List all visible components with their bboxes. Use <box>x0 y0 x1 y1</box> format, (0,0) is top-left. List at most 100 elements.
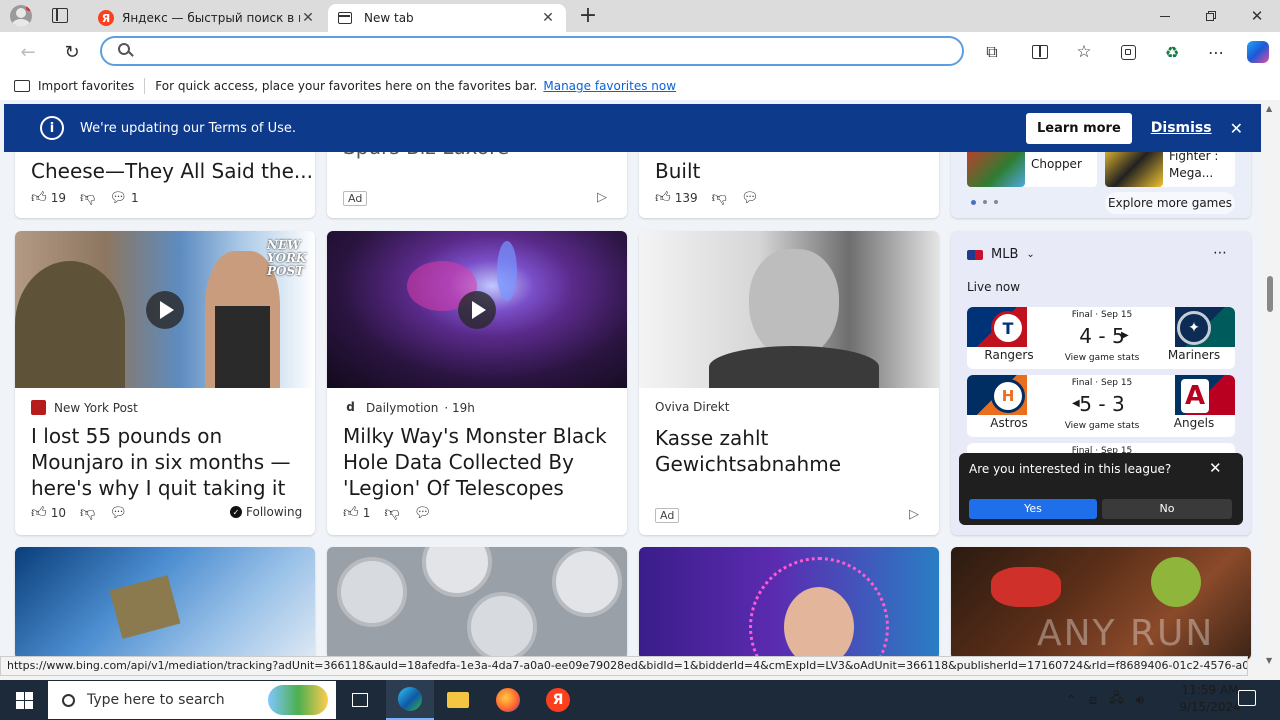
card-actions: 👍︎ 19 👎︎ 💬︎ 1 <box>31 188 139 207</box>
title-bar: Я Яндекс — быстрый поиск в инт ✕ New tab… <box>0 0 1280 32</box>
news-card-steak[interactable]: ANY RUN <box>951 547 1251 660</box>
play-icon[interactable] <box>146 291 184 329</box>
news-card-nypost[interactable]: NEW YORK POST New York Post I lost 55 po… <box>15 231 315 535</box>
ad-choices-icon[interactable]: ▷ <box>909 507 919 522</box>
import-favorites-icon <box>14 80 30 92</box>
refresh-icon[interactable]: ↻ <box>58 38 86 66</box>
import-favorites-button[interactable]: Import favorites <box>38 79 134 93</box>
split-screen-icon[interactable] <box>1026 38 1054 66</box>
close-popup-icon[interactable]: ✕ <box>1209 459 1222 477</box>
like-icon[interactable]: 👍︎ <box>31 503 47 522</box>
card-source: Oviva Direkt <box>655 400 729 414</box>
dislike-icon[interactable]: 👎︎ <box>712 188 727 207</box>
newtab-icon <box>338 12 352 24</box>
clock[interactable]: 11:59 AM 9/15/2024 <box>1176 682 1244 718</box>
chevron-down-icon: ⌄ <box>1026 249 1035 260</box>
like-icon[interactable]: 👍︎ <box>31 188 47 207</box>
chevron-up-icon[interactable]: ⌃ <box>1066 693 1077 708</box>
comment-icon[interactable]: 💬︎ <box>741 190 759 206</box>
play-icon[interactable] <box>458 291 496 329</box>
comment-icon[interactable]: 💬︎ <box>109 505 127 521</box>
game-row-astros-angels[interactable]: H A Astros Angels Final · Sep 15 ◀ 5 - 3… <box>967 375 1235 437</box>
firefox-icon[interactable] <box>484 680 532 720</box>
like-count: 10 <box>50 505 66 520</box>
tab-yandex[interactable]: Я Яндекс — быстрый поиск в инт ✕ <box>88 4 326 32</box>
address-bar[interactable] <box>100 36 964 66</box>
news-card-dailymotion[interactable]: d Dailymotion · 19h Milky Way's Monster … <box>327 231 627 535</box>
scrollbar-thumb[interactable] <box>1267 276 1273 312</box>
more-options-icon[interactable]: ⋯ <box>1213 245 1227 261</box>
tab-title: Яндекс — быстрый поиск в инт <box>122 11 300 25</box>
windows-start-icon[interactable] <box>0 680 48 720</box>
news-card-cans[interactable] <box>327 547 627 660</box>
source-name: Dailymotion <box>366 400 439 415</box>
following-label: Following <box>246 505 303 519</box>
following-badge[interactable]: ✓ Following <box>230 505 302 519</box>
restore-icon[interactable] <box>1188 0 1234 32</box>
taskbar-search[interactable]: Type here to search <box>48 681 336 719</box>
info-icon: i <box>40 116 64 140</box>
profile-icon[interactable] <box>10 5 32 27</box>
like-icon[interactable]: 👍︎ <box>655 188 671 207</box>
tab-new-tab[interactable]: New tab ✕ <box>328 4 566 32</box>
performance-icon[interactable]: ♻ <box>1158 38 1186 66</box>
close-tab-icon[interactable]: ✕ <box>540 10 556 26</box>
dislike-icon[interactable]: 👎︎ <box>80 188 95 207</box>
news-card-hearing[interactable] <box>639 547 939 660</box>
system-tray: ⌃ ⧈ 🖧︎ 🔊︎ <box>1066 680 1176 720</box>
new-tab-button[interactable]: + <box>578 4 598 28</box>
minimize-icon[interactable] <box>1142 0 1188 32</box>
game-score: 5 - 3 <box>1079 392 1125 416</box>
copilot-icon[interactable] <box>1244 38 1272 66</box>
close-window-icon[interactable]: ✕ <box>1234 0 1280 32</box>
image-overlay-text: NEW YORK POST <box>267 238 307 278</box>
back-icon[interactable]: ← <box>14 38 42 66</box>
yandex-browser-icon[interactable]: Я <box>534 680 582 720</box>
article-image <box>15 547 315 660</box>
like-icon[interactable]: 👍︎ <box>343 503 359 522</box>
more-icon[interactable]: ⋯ <box>1202 38 1230 66</box>
favorites-icon[interactable]: ☆ <box>1070 38 1098 66</box>
dislike-icon[interactable]: 👎︎ <box>384 503 399 522</box>
file-explorer-icon[interactable] <box>434 680 482 720</box>
device-icon[interactable]: ⧈ <box>1089 693 1097 708</box>
learn-more-button[interactable]: Learn more <box>1026 112 1132 144</box>
volume-icon[interactable]: 🔊︎ <box>1136 693 1144 708</box>
comment-icon[interactable]: 💬︎ <box>414 505 432 521</box>
collections-icon[interactable] <box>1114 38 1142 66</box>
task-view-icon[interactable] <box>336 680 384 720</box>
mlb-header[interactable]: MLB ⌄ <box>967 247 1035 262</box>
yes-button[interactable]: Yes <box>969 499 1097 519</box>
tab-actions-icon[interactable] <box>52 8 68 23</box>
dislike-icon[interactable]: 👎︎ <box>80 503 95 522</box>
view-stats-link[interactable]: View game stats <box>1051 353 1153 363</box>
close-tab-icon[interactable]: ✕ <box>300 10 316 26</box>
card-actions: 👍︎ 1 👎︎ 💬︎ <box>343 503 431 522</box>
article-image <box>639 231 939 388</box>
card-headline: Kasse zahlt Gewichtsabnahme <box>655 426 841 476</box>
network-icon[interactable]: 🖧︎ <box>1109 689 1124 711</box>
news-card-chip[interactable] <box>15 547 315 660</box>
league-interest-popup: Are you interested in this league? ✕ Yes… <box>959 453 1243 525</box>
ad-choices-icon[interactable]: ▷ <box>597 190 607 205</box>
scrollbar[interactable]: ▲ ▼ <box>1262 100 1280 676</box>
check-icon: ✓ <box>230 506 242 518</box>
ad-card-oviva[interactable]: Oviva Direkt Kasse zahlt Gewichtsabnahme… <box>639 231 939 535</box>
card-headline: Cheese—They All Said the... <box>31 159 313 183</box>
explore-games-button[interactable]: Explore more games <box>1105 192 1235 214</box>
dismiss-link[interactable]: Dismiss <box>1151 120 1212 136</box>
game-status: Final · Sep 15 <box>1071 378 1133 388</box>
notifications-icon[interactable] <box>1238 690 1256 706</box>
game-status: Final · Sep 15 <box>1071 310 1133 320</box>
close-banner-icon[interactable]: ✕ <box>1230 119 1243 138</box>
comment-icon[interactable]: 💬︎ <box>109 190 127 206</box>
search-highlight-icon <box>268 685 328 715</box>
search-placeholder: Type here to search <box>87 692 225 708</box>
view-stats-link[interactable]: View game stats <box>1051 421 1153 431</box>
edge-taskbar-icon[interactable] <box>386 680 434 720</box>
manage-favorites-link[interactable]: Manage favorites now <box>543 79 676 93</box>
game-row-rangers-mariners[interactable]: T ✦ Rangers Mariners Final · Sep 15 4 - … <box>967 307 1235 369</box>
favorites-hint: For quick access, place your favorites h… <box>155 79 538 93</box>
extensions-icon[interactable]: ⧉ <box>978 38 1006 66</box>
no-button[interactable]: No <box>1102 499 1232 519</box>
